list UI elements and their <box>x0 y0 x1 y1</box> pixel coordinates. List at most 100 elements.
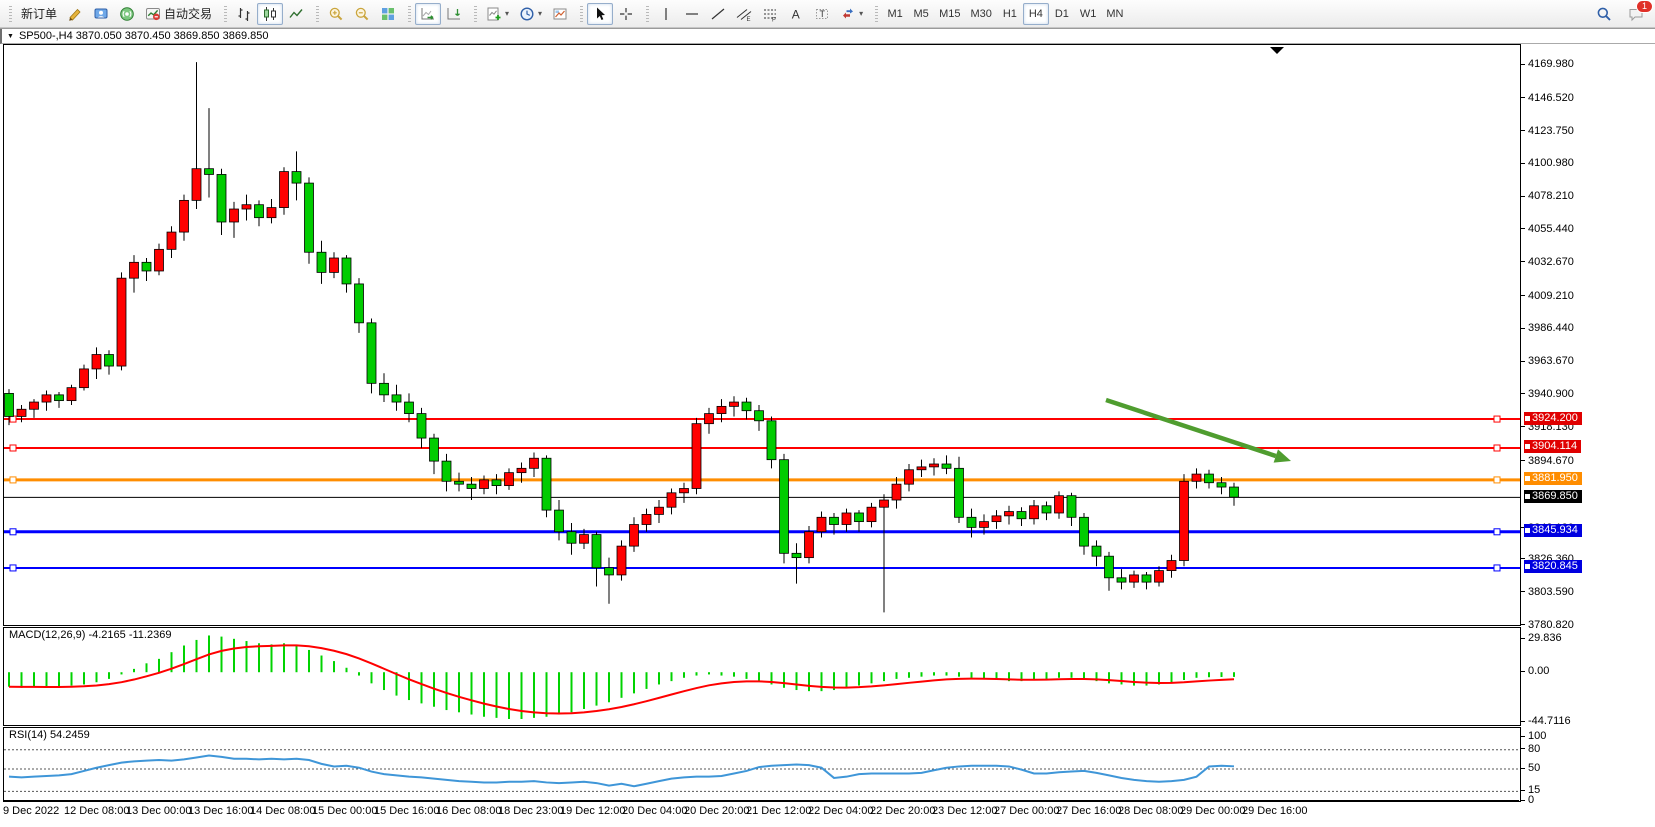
cursor-button[interactable] <box>587 3 613 25</box>
candle <box>505 473 514 486</box>
candle <box>667 493 676 507</box>
time-label: 20 Dec 04:00 <box>622 805 687 817</box>
timeframe-h4[interactable]: H4 <box>1023 3 1049 25</box>
hline-anchor <box>10 529 16 535</box>
chat-button[interactable]: 1 <box>1623 3 1649 25</box>
hline-anchor <box>1494 565 1500 571</box>
timeframe-w1-label: W1 <box>1080 8 1097 20</box>
tick-mark <box>1521 721 1525 722</box>
candle <box>842 513 851 525</box>
rsi-scale-tick: 0 <box>1521 794 1534 807</box>
timeframe-m15-label: M15 <box>939 8 960 20</box>
time-axis[interactable]: 9 Dec 202212 Dec 08:0013 Dec 00:0013 Dec… <box>3 800 1519 827</box>
tick-mark <box>1521 736 1525 737</box>
vline-icon <box>658 6 674 22</box>
signals-icon <box>119 6 135 22</box>
candle <box>467 484 476 488</box>
candle <box>1105 556 1114 578</box>
templates-button[interactable] <box>547 3 573 25</box>
timeframe-d1[interactable]: D1 <box>1049 3 1075 25</box>
template-icon <box>552 6 568 22</box>
new-order-button[interactable]: 新订单 <box>16 3 62 25</box>
tick-mark <box>1521 460 1525 461</box>
main-chart-panel[interactable] <box>3 44 1521 626</box>
search-button[interactable] <box>1591 3 1617 25</box>
chart-titlebar[interactable]: ▼ SP500-,H4 3870.050 3870.450 3869.850 3… <box>0 29 1655 44</box>
periods-button[interactable]: ▾ <box>514 3 547 25</box>
candle <box>955 468 964 517</box>
linechart-icon <box>288 6 304 22</box>
crayon-icon <box>67 6 83 22</box>
candle <box>267 208 276 218</box>
text-button[interactable]: A <box>783 3 809 25</box>
tile-windows-button[interactable] <box>375 3 401 25</box>
timeframe-m1[interactable]: M1 <box>882 3 908 25</box>
horizontal-line-button[interactable] <box>679 3 705 25</box>
rsi-panel[interactable]: RSI(14) 54.2459 <box>3 727 1521 802</box>
community-button[interactable] <box>88 3 114 25</box>
toolbar: 新订单自动交易▾▾EFAT▾M1M5M15M30H1H4D1W1MN1 <box>0 0 1655 28</box>
indicators-button[interactable]: ▾ <box>481 3 514 25</box>
macd-panel[interactable]: MACD(12,26,9) -4.2165 -11.2369 <box>3 627 1521 726</box>
price-level-badge: 3845.934 <box>1524 524 1582 537</box>
arrows-icon <box>840 6 856 22</box>
timeframe-h1[interactable]: H1 <box>997 3 1023 25</box>
tick-mark <box>1521 800 1525 801</box>
caret-down-icon: ▾ <box>859 10 863 18</box>
candle <box>130 262 139 278</box>
channel-button[interactable]: E <box>731 3 757 25</box>
toolbar-grip <box>580 6 583 22</box>
timeframe-w1[interactable]: W1 <box>1075 3 1102 25</box>
autotrading-button[interactable]: 自动交易 <box>140 3 217 25</box>
line-chart-button[interactable] <box>283 3 309 25</box>
bar-chart-button[interactable] <box>231 3 257 25</box>
candle <box>1130 575 1139 582</box>
vertical-line-button[interactable] <box>653 3 679 25</box>
macd-canvas <box>4 628 1520 725</box>
timeframe-m30-label: M30 <box>970 8 991 20</box>
timeframe-m15[interactable]: M15 <box>934 3 965 25</box>
candle <box>580 535 589 544</box>
fibonacci-button[interactable]: F <box>757 3 783 25</box>
crayon-button[interactable] <box>62 3 88 25</box>
timeframe-m5[interactable]: M5 <box>908 3 934 25</box>
tile-icon <box>380 6 396 22</box>
candle <box>417 414 426 438</box>
candle <box>680 488 689 492</box>
candle <box>92 355 101 369</box>
candle <box>717 406 726 413</box>
timeframe-mn[interactable]: MN <box>1101 3 1128 25</box>
time-label: 27 Dec 00:00 <box>994 805 1059 817</box>
candle <box>1092 546 1101 556</box>
auto-scroll-button[interactable] <box>415 3 441 25</box>
autoscroll-icon <box>420 6 436 22</box>
signals-button[interactable] <box>114 3 140 25</box>
candle <box>55 395 64 401</box>
label-button[interactable]: T <box>809 3 835 25</box>
candle <box>930 464 939 467</box>
time-label: 15 Dec 16:00 <box>374 805 439 817</box>
candle <box>305 183 314 252</box>
candle <box>330 258 339 272</box>
trendline-button[interactable] <box>705 3 731 25</box>
zoom-out-button[interactable] <box>349 3 375 25</box>
svg-text:E: E <box>747 17 751 22</box>
hline-anchor <box>10 565 16 571</box>
time-label: 13 Dec 00:00 <box>126 805 191 817</box>
candlestick-chart-button[interactable] <box>257 3 283 25</box>
candle <box>1005 512 1014 516</box>
tick-mark <box>1521 393 1525 394</box>
chart-shift-button[interactable] <box>441 3 467 25</box>
candle <box>117 278 126 366</box>
chart-window: ▼ SP500-,H4 3870.050 3870.450 3869.850 3… <box>0 28 1655 827</box>
zoom-in-button[interactable] <box>323 3 349 25</box>
rsi-label: RSI(14) 54.2459 <box>9 729 90 741</box>
crosshair-button[interactable] <box>613 3 639 25</box>
hline-icon <box>684 6 700 22</box>
tick-mark <box>1521 671 1525 672</box>
price-axis[interactable]: 4169.9804146.5204123.7504100.9804078.210… <box>1521 29 1655 827</box>
candle <box>1167 561 1176 571</box>
arrows-button[interactable]: ▾ <box>835 3 868 25</box>
timeframe-m30[interactable]: M30 <box>965 3 996 25</box>
window-menu-icon[interactable]: ▼ <box>7 33 14 40</box>
